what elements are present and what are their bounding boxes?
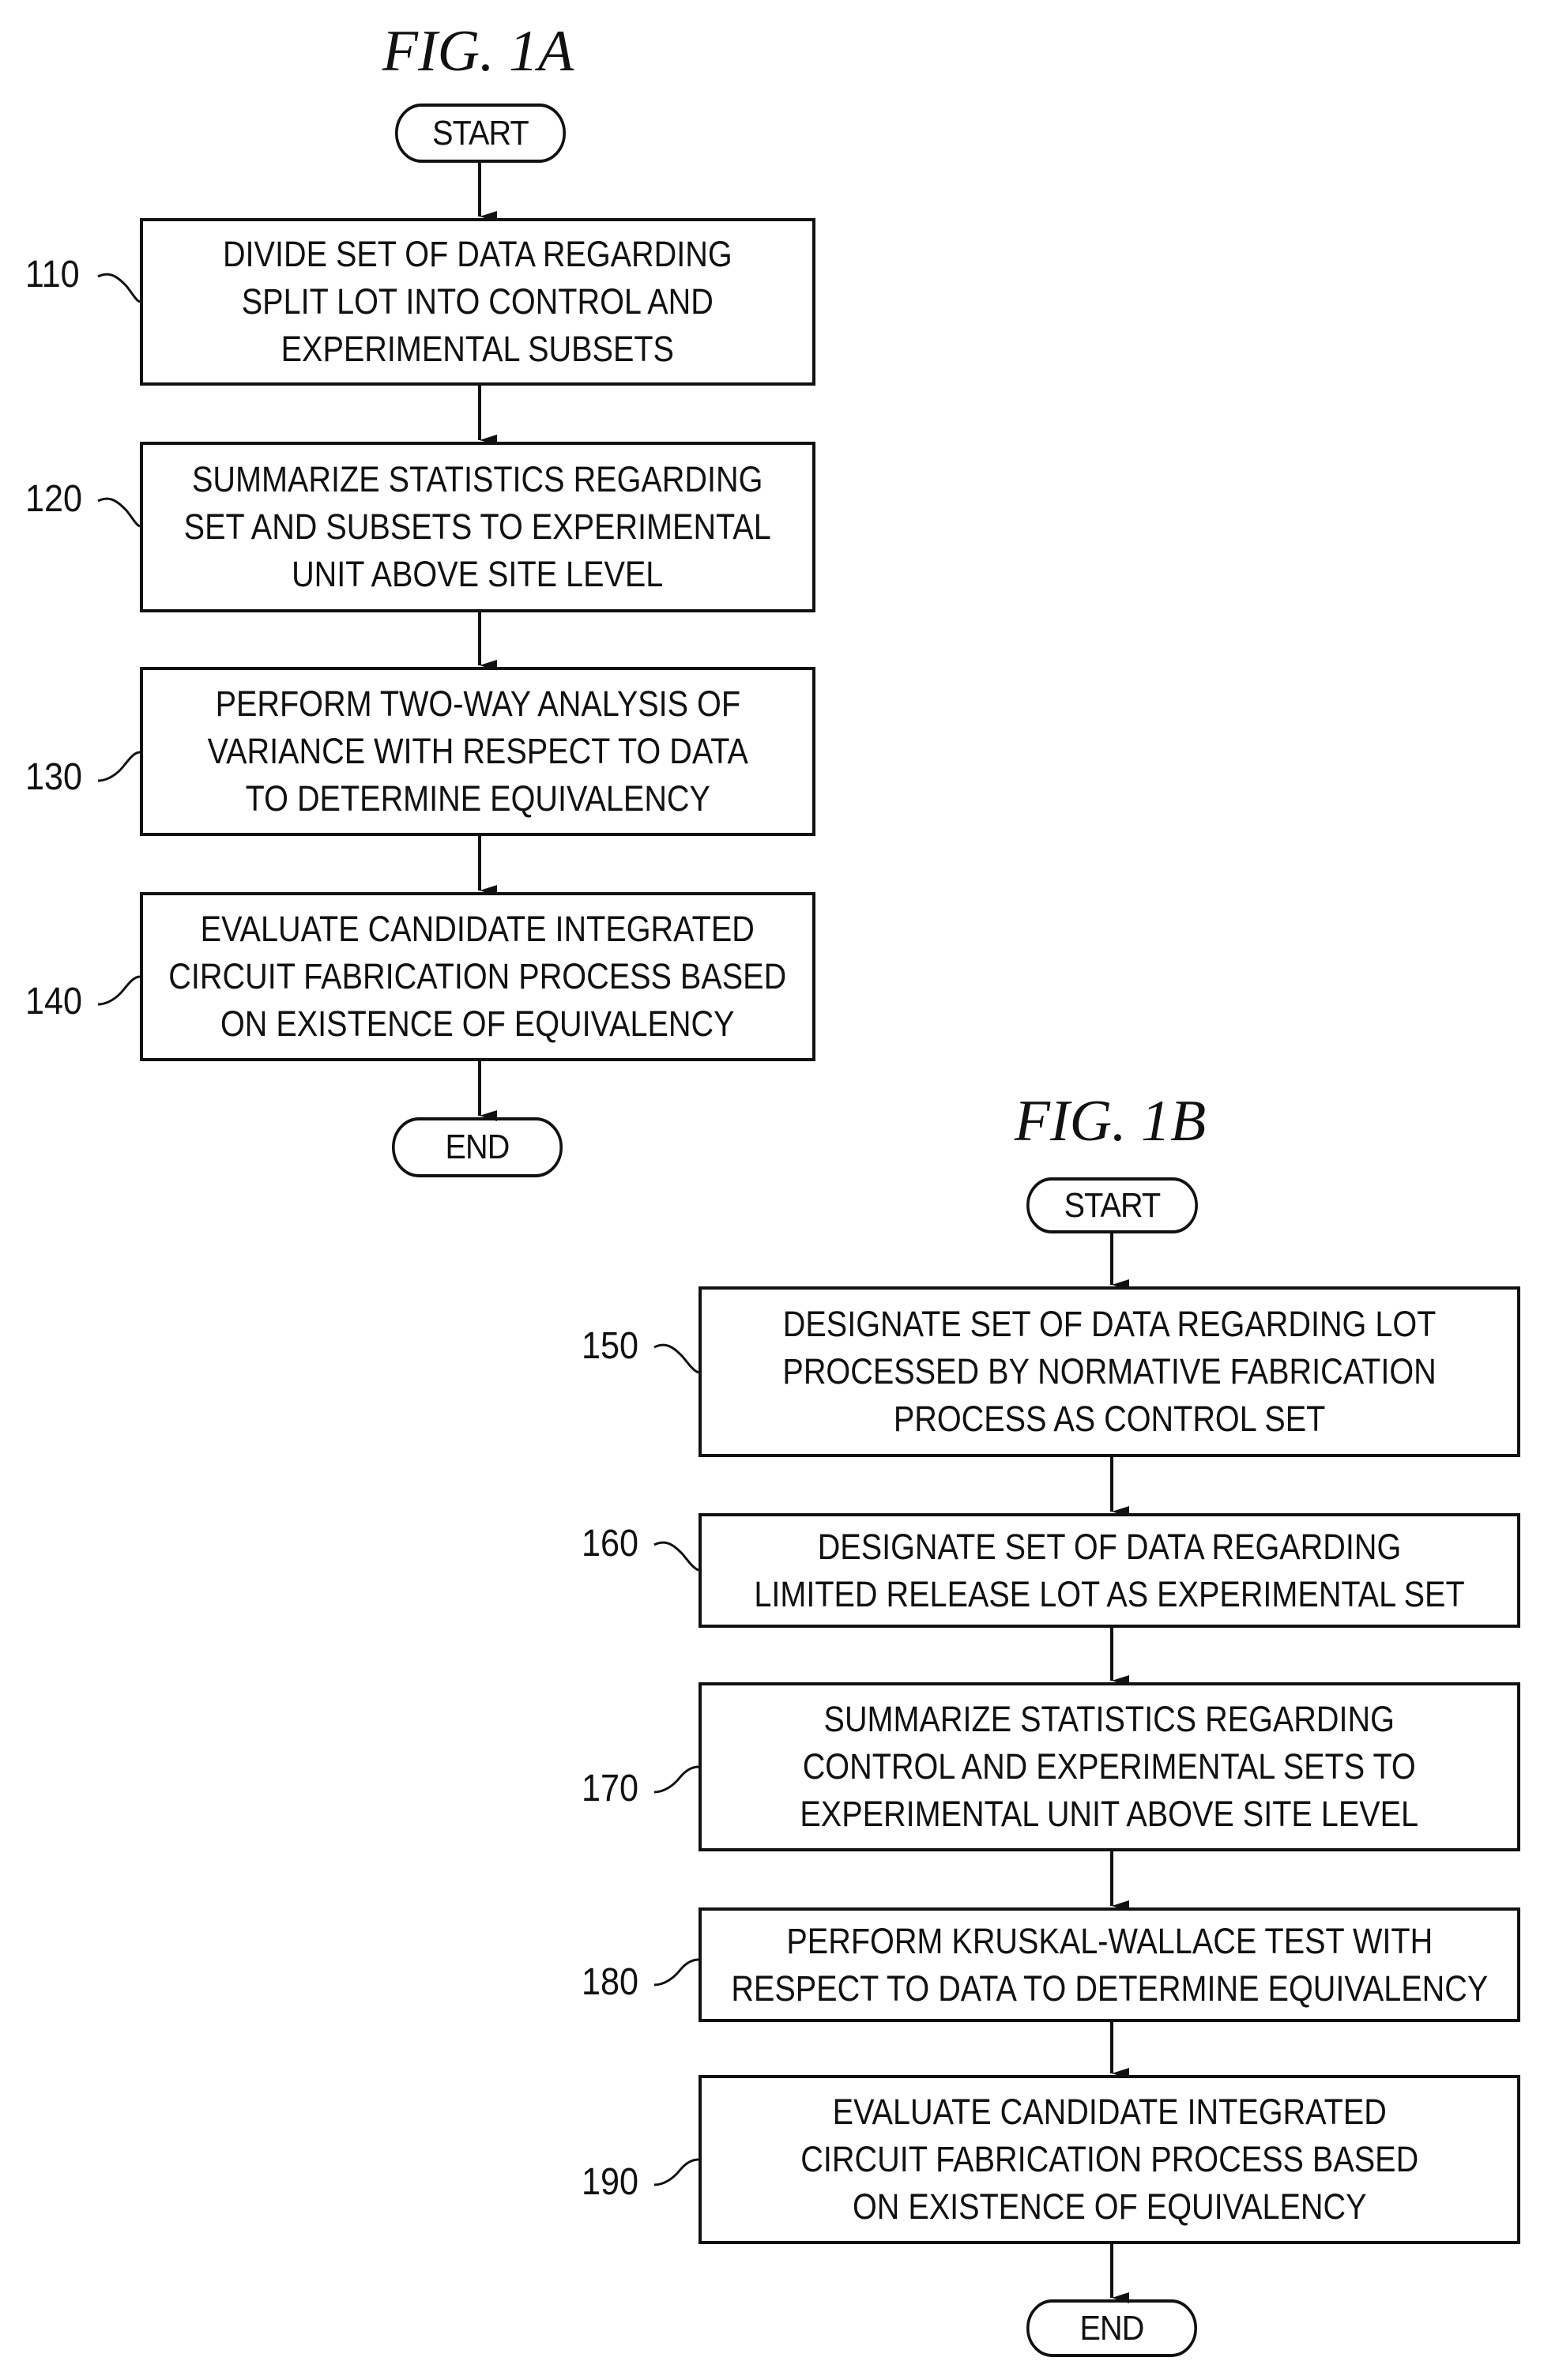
start-terminal-1a: START — [395, 104, 566, 163]
step-text-line: PROCESS AS CONTROL SET — [893, 1399, 1326, 1439]
end-terminal-1a: END — [392, 1117, 563, 1177]
step-text-line: ON EXISTENCE OF EQUIVALENCY — [852, 2186, 1367, 2227]
step-text-line: DESIGNATE SET OF DATA REGARDING LOT — [782, 1304, 1437, 1344]
step-ref-140: 140 — [25, 981, 83, 1022]
process-box-170: SUMMARIZE STATISTICS REGARDING CONTROL AN… — [699, 1682, 1520, 1851]
step-text-line: SUMMARIZE STATISTICS REGARDING — [192, 459, 763, 499]
step-ref-120: 120 — [25, 478, 83, 520]
process-box-150: DESIGNATE SET OF DATA REGARDING LOT PROCE… — [699, 1286, 1520, 1457]
step-ref-190: 190 — [582, 2161, 639, 2203]
step-text-line: DESIGNATE SET OF DATA REGARDING — [817, 1526, 1402, 1567]
process-box-180: PERFORM KRUSKAL-WALLACE TEST WITH RESPECT… — [699, 1907, 1520, 2022]
process-box-120: SUMMARIZE STATISTICS REGARDING SET AND SU… — [140, 442, 815, 612]
step-ref-150: 150 — [582, 1325, 639, 1367]
step-ref-160: 160 — [582, 1523, 639, 1565]
step-text-line: CIRCUIT FABRICATION PROCESS BASED — [800, 2139, 1418, 2179]
start-terminal-1b: START — [1026, 1177, 1198, 1233]
leader-170 — [653, 1765, 699, 1794]
step-text-line: DIVIDE SET OF DATA REGARDING — [223, 234, 732, 274]
step-text-line: SUMMARIZE STATISTICS REGARDING — [823, 1699, 1395, 1739]
step-text-line: PERFORM KRUSKAL-WALLACE TEST WITH — [786, 1920, 1433, 1961]
step-text-line: EXPERIMENTAL UNIT ABOVE SITE LEVEL — [800, 1794, 1419, 1834]
figure-title-1a: FIG. 1A — [382, 19, 574, 84]
leader-120 — [97, 497, 141, 528]
step-text-line: EXPERIMENTAL SUBSETS — [281, 329, 675, 369]
process-box-190: EVALUATE CANDIDATE INTEGRATED CIRCUIT FAB… — [699, 2075, 1520, 2244]
step-text-line: SET AND SUBSETS TO EXPERIMENTAL — [183, 507, 772, 547]
process-box-110: DIVIDE SET OF DATA REGARDING SPLIT LOT IN… — [140, 218, 815, 386]
step-text-line: VARIANCE WITH RESPECT TO DATA — [207, 731, 748, 771]
step-text-line: SPLIT LOT INTO CONTROL AND — [241, 281, 714, 322]
step-text-line: EVALUATE CANDIDATE INTEGRATED — [200, 909, 755, 949]
step-text-line: LIMITED RELEASE LOT AS EXPERIMENTAL SET — [754, 1573, 1465, 1614]
step-ref-130: 130 — [25, 756, 83, 798]
step-ref-110: 110 — [24, 254, 80, 296]
process-box-140: EVALUATE CANDIDATE INTEGRATED CIRCUIT FAB… — [140, 892, 815, 1061]
step-text-line: ON EXISTENCE OF EQUIVALENCY — [220, 1004, 735, 1044]
process-box-160: DESIGNATE SET OF DATA REGARDING LIMITED R… — [699, 1513, 1520, 1628]
figure-title-1b: FIG. 1B — [1014, 1089, 1207, 1154]
leader-150 — [653, 1343, 699, 1374]
leader-110 — [97, 273, 141, 303]
leader-130 — [97, 751, 141, 782]
end-terminal-1b: END — [1026, 2299, 1197, 2357]
step-text-line: TO DETERMINE EQUIVALENCY — [245, 778, 710, 819]
leader-160 — [653, 1541, 699, 1572]
step-ref-170: 170 — [582, 1768, 639, 1809]
step-ref-180: 180 — [582, 1961, 639, 2003]
step-text-line: EVALUATE CANDIDATE INTEGRATED — [832, 2092, 1387, 2132]
leader-190 — [653, 2158, 699, 2186]
step-text-line: PERFORM TWO-WAY ANALYSIS OF — [215, 683, 740, 724]
process-box-130: PERFORM TWO-WAY ANALYSIS OF VARIANCE WITH… — [140, 667, 815, 836]
step-text-line: RESPECT TO DATA TO DETERMINE EQUIVALENCY — [731, 1968, 1488, 2009]
step-text-line: CONTROL AND EXPERIMENTAL SETS TO — [802, 1746, 1417, 1787]
step-text-line: UNIT ABOVE SITE LEVEL — [292, 554, 664, 594]
step-text-line: CIRCUIT FABRICATION PROCESS BASED — [168, 956, 787, 996]
step-text-line: PROCESSED BY NORMATIVE FABRICATION — [782, 1351, 1437, 1391]
